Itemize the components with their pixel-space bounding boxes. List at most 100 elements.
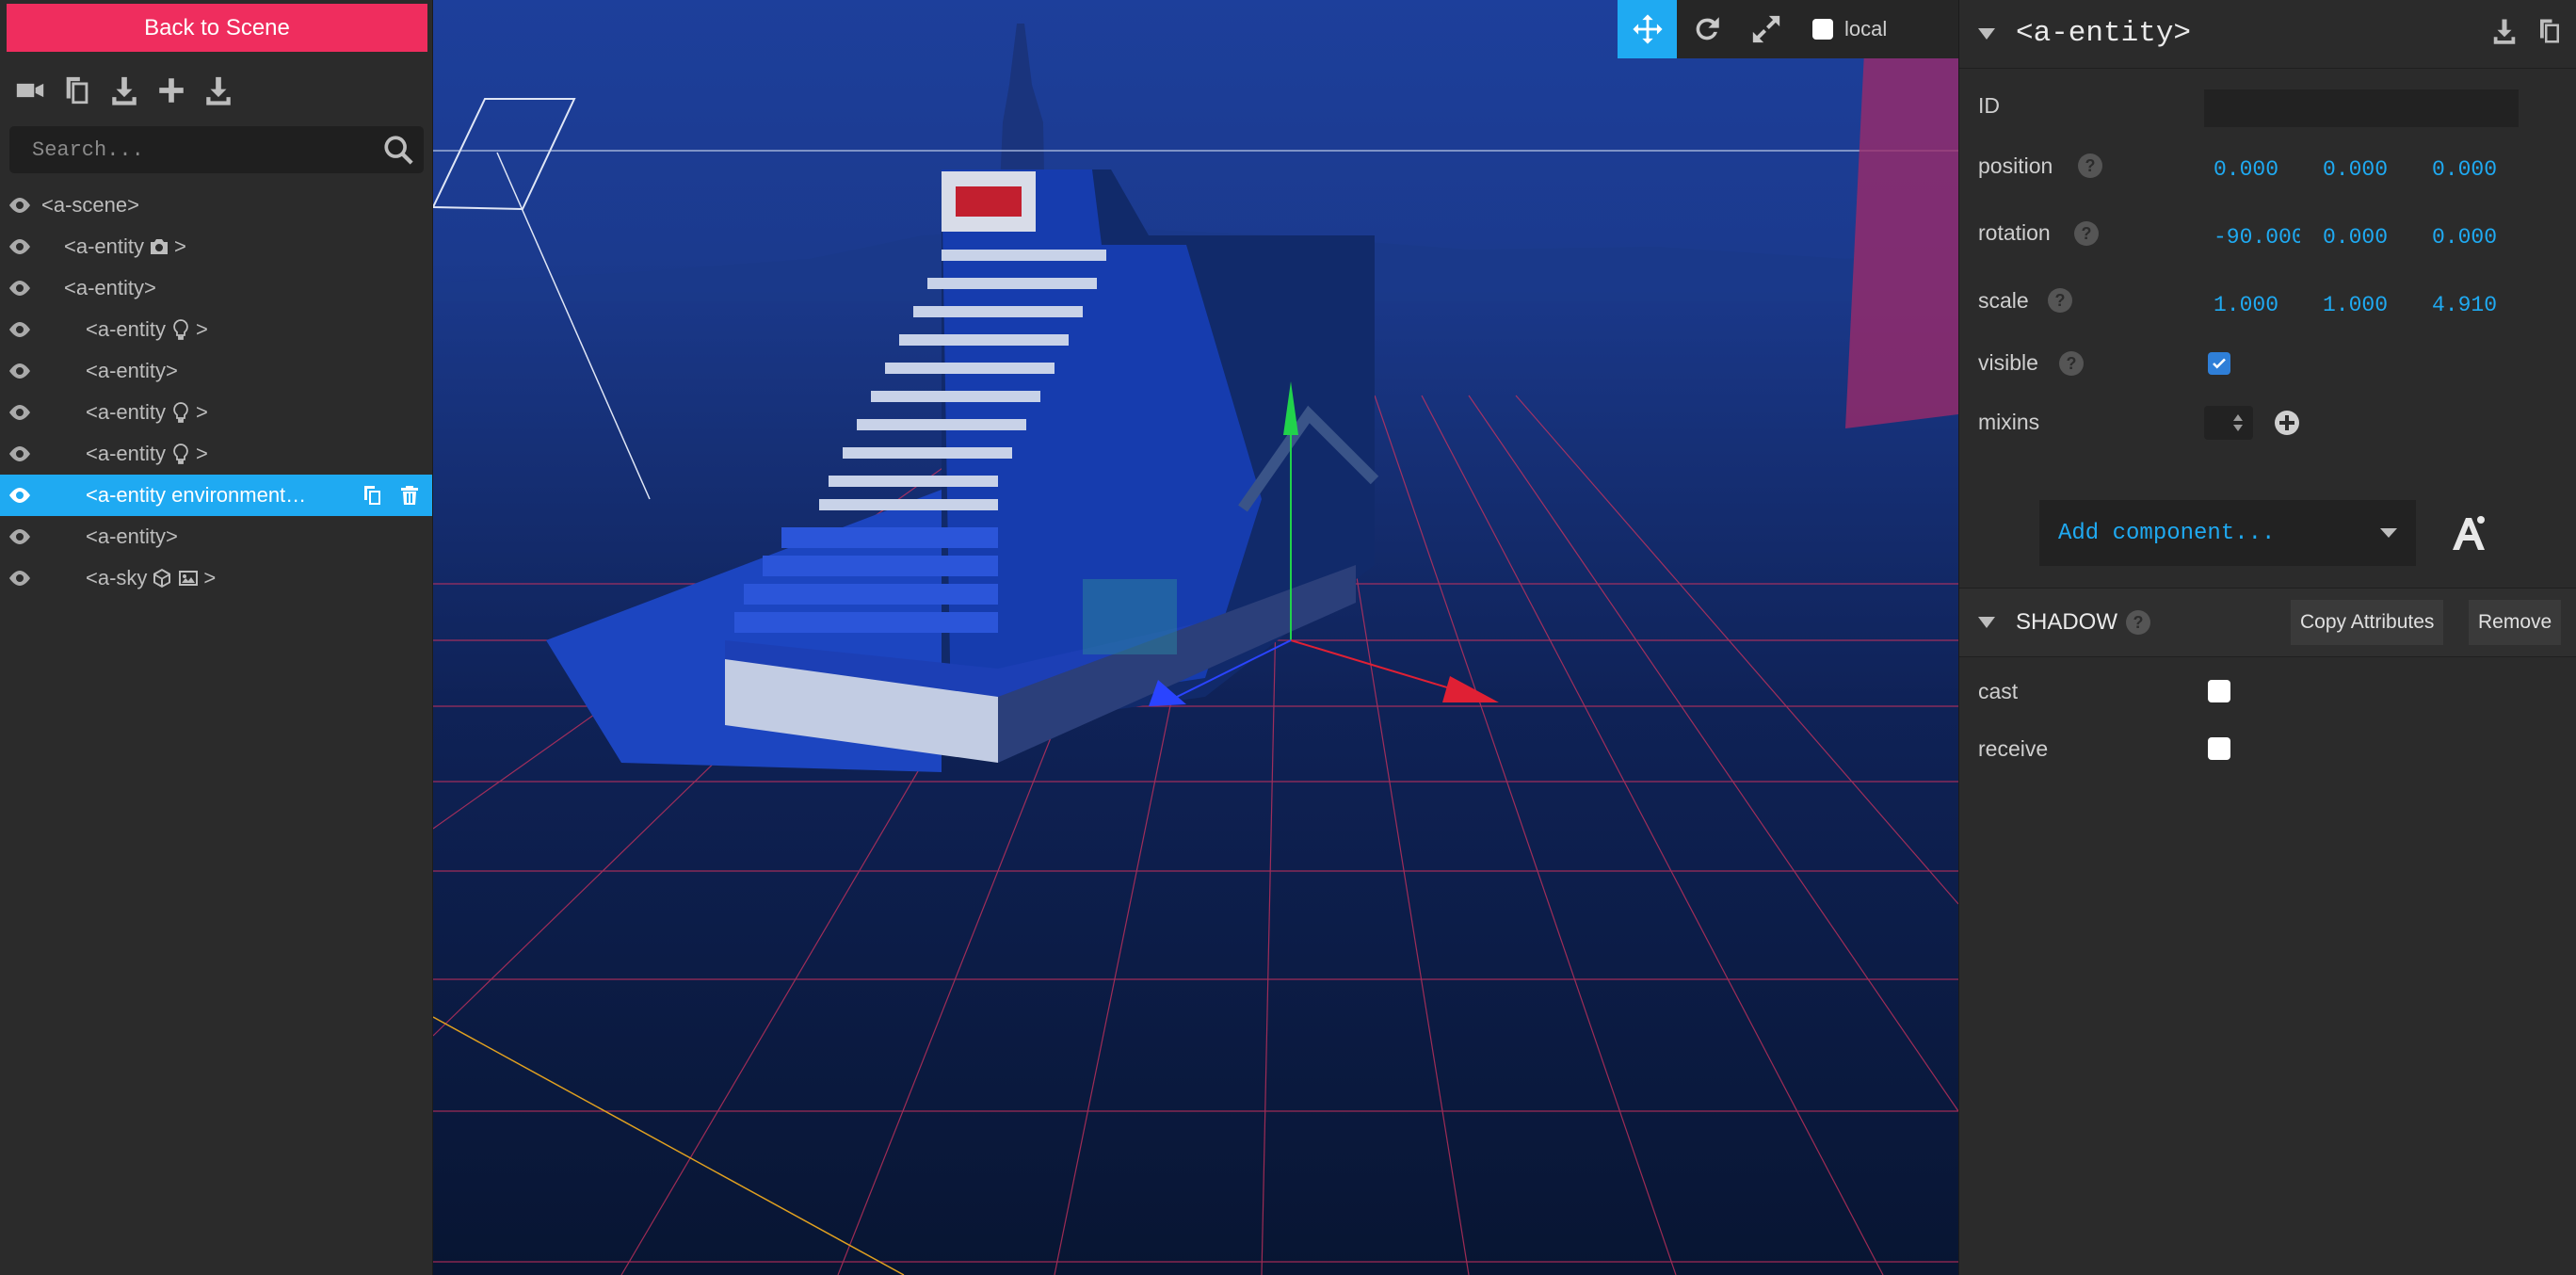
copy-attributes-button[interactable]: Copy Attributes <box>2291 600 2444 645</box>
aframe-logo-icon[interactable] <box>2445 510 2490 556</box>
visible-label: visible <box>1978 350 2038 375</box>
scene-tree: <a-scene> <a-entity > <a-entity> <a-enti… <box>0 185 432 599</box>
tree-item-label: <a-entity > <box>86 400 208 424</box>
tree-item-label: <a-entity> <box>86 359 178 382</box>
scene-graph-panel: Back to Scene <a-scene> <box>0 0 433 1275</box>
inspector-panel: <a-entity> ID position ? 0.000 0.000 0.0… <box>1958 0 2576 1275</box>
camera-icon <box>148 235 170 258</box>
download-icon[interactable] <box>107 73 141 107</box>
select-arrows-icon <box>2233 414 2243 431</box>
scale-tool[interactable] <box>1736 0 1795 58</box>
eye-icon[interactable] <box>8 237 32 256</box>
eye-icon[interactable] <box>8 569 32 588</box>
copy-icon[interactable] <box>60 73 94 107</box>
position-z[interactable]: 0.000 <box>2432 157 2522 182</box>
receive-checkbox[interactable] <box>2208 737 2230 760</box>
download-icon[interactable] <box>2490 17 2519 45</box>
clone-icon[interactable] <box>361 484 383 507</box>
mixins-select[interactable] <box>2204 406 2253 440</box>
tree-item-entity[interactable]: <a-entity> <box>0 516 432 557</box>
eye-icon[interactable] <box>8 486 32 505</box>
eye-icon[interactable] <box>8 444 32 463</box>
remove-component-button[interactable]: Remove <box>2469 600 2562 645</box>
collapse-caret-icon[interactable] <box>1978 617 1995 628</box>
position-y[interactable]: 0.000 <box>2323 157 2413 182</box>
scale-icon <box>1752 15 1779 43</box>
help-icon[interactable]: ? <box>2078 153 2102 178</box>
eye-icon[interactable] <box>8 527 32 546</box>
lightbulb-icon <box>169 443 192 465</box>
tree-item-label: <a-sky > <box>86 566 217 589</box>
search-box <box>9 126 424 173</box>
position-label: position <box>1978 153 2053 178</box>
cube-icon <box>151 567 173 589</box>
scale-x[interactable]: 1.000 <box>2214 293 2304 317</box>
local-toggle[interactable]: local <box>1812 17 1887 41</box>
rotate-tool[interactable] <box>1677 0 1736 58</box>
receive-label: receive <box>1978 736 2049 761</box>
cast-label: cast <box>1978 679 2019 703</box>
help-icon[interactable]: ? <box>2059 351 2084 376</box>
entity-header-actions <box>2490 17 2564 45</box>
eye-icon[interactable] <box>8 320 32 339</box>
plus-icon[interactable] <box>154 73 188 107</box>
search-icon[interactable] <box>382 134 414 166</box>
tree-item-light-entity[interactable]: <a-entity > <box>0 392 432 433</box>
scale-label: scale <box>1978 288 2029 313</box>
tree-item-sky[interactable]: <a-sky > <box>0 557 432 599</box>
transform-toolbar: local <box>1618 0 1958 58</box>
tree-item-label: <a-scene> <box>41 193 139 217</box>
id-input[interactable] <box>2204 89 2519 127</box>
tree-item-label: <a-entity environment… <box>86 483 307 507</box>
scene-render[interactable] <box>433 0 1958 1275</box>
collapse-caret-icon[interactable] <box>1978 28 1995 40</box>
back-to-scene-button[interactable]: Back to Scene <box>7 4 427 52</box>
shadow-component-header: SHADOW ? Copy Attributes Remove <box>1959 588 2576 657</box>
tree-item-camera-entity[interactable]: <a-entity > <box>0 226 432 267</box>
tree-item-light-entity[interactable]: <a-entity > <box>0 433 432 475</box>
3d-viewport[interactable]: local <box>433 0 1958 1275</box>
tree-item-label: <a-entity> <box>64 276 156 299</box>
rotation-z[interactable]: 0.000 <box>2432 225 2522 250</box>
scale-y[interactable]: 1.000 <box>2323 293 2413 317</box>
rotate-icon <box>1696 17 1719 40</box>
tree-item-label: <a-entity > <box>86 442 208 465</box>
cast-checkbox[interactable] <box>2208 680 2230 702</box>
add-mixin-button[interactable] <box>2273 409 2301 437</box>
tree-item-entity[interactable]: <a-entity> <box>0 267 432 309</box>
rotation-y[interactable]: 0.000 <box>2323 225 2413 250</box>
mixins-label: mixins <box>1978 410 2040 434</box>
help-icon[interactable]: ? <box>2126 610 2150 635</box>
local-label: local <box>1844 17 1888 40</box>
rotation-label: rotation <box>1978 220 2051 245</box>
pillar <box>1845 47 1958 428</box>
shadow-title: SHADOW <box>2016 609 2117 635</box>
eye-icon[interactable] <box>8 403 32 422</box>
visible-checkbox[interactable] <box>2208 352 2230 375</box>
scale-z[interactable]: 4.910 <box>2432 293 2522 317</box>
add-component-label: Add component... <box>2058 520 2276 546</box>
id-label: ID <box>1978 93 2000 118</box>
eye-icon[interactable] <box>8 279 32 298</box>
dropdown-arrow-icon <box>2380 528 2397 538</box>
export-icon[interactable] <box>201 73 235 107</box>
help-icon[interactable]: ? <box>2048 288 2072 313</box>
copy-icon[interactable] <box>2536 17 2564 45</box>
lightbulb-icon <box>169 401 192 424</box>
eye-icon[interactable] <box>8 362 32 380</box>
local-checkbox[interactable] <box>1812 19 1833 40</box>
translate-tool[interactable] <box>1618 0 1677 58</box>
position-x[interactable]: 0.000 <box>2214 157 2304 182</box>
rotation-x[interactable]: -90.000 <box>2214 225 2300 250</box>
tree-item-entity[interactable]: <a-entity> <box>0 350 432 392</box>
trash-icon[interactable] <box>398 484 421 507</box>
help-icon[interactable]: ? <box>2074 221 2099 246</box>
tree-item-environment-entity[interactable]: <a-entity environment… <box>0 475 432 516</box>
add-component-select[interactable]: Add component... <box>2039 500 2416 566</box>
eye-icon[interactable] <box>8 196 32 215</box>
search-input[interactable] <box>30 130 382 169</box>
check-icon <box>2213 358 2226 369</box>
tree-item-scene[interactable]: <a-scene> <box>0 185 432 226</box>
camera-icon[interactable] <box>13 73 47 107</box>
tree-item-light-entity[interactable]: <a-entity > <box>0 309 432 350</box>
